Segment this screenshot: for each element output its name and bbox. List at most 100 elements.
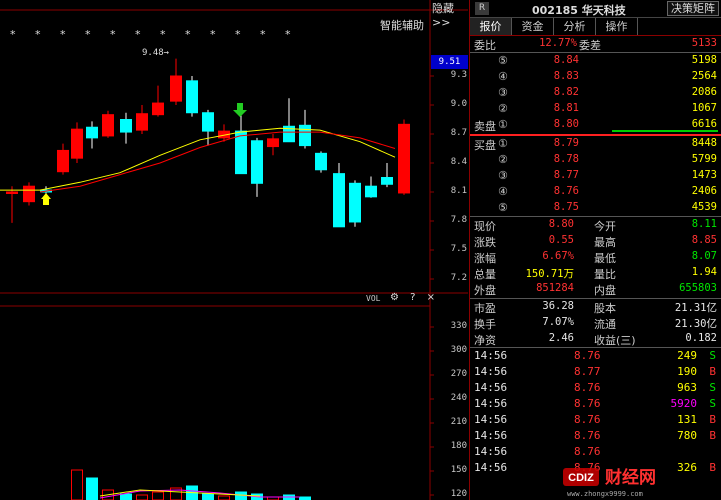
price-tick-label: 9.3 — [450, 70, 467, 80]
price-tick-label: 7.2 — [450, 273, 467, 283]
candle-body-up — [71, 128, 83, 159]
svg-text:CDIZ: CDIZ — [568, 472, 594, 484]
candle-body-up — [267, 138, 279, 148]
vol-indicator-label: VOL — [366, 294, 381, 303]
level-number: ② — [498, 102, 508, 116]
stat-value: 8.80 — [548, 218, 574, 231]
candle-body-down — [365, 185, 377, 198]
vol-bar-down — [86, 477, 98, 500]
stat-value: 851284 — [536, 282, 574, 295]
bid-diff-label: 委差 — [579, 39, 601, 52]
smart-assist-label[interactable]: 智能辅助 — [380, 17, 424, 33]
quote-stat-row: 总量 150.71万 量比 1.94 — [470, 265, 721, 281]
trade-volume: 963 — [677, 380, 697, 394]
trade-side: B — [709, 364, 716, 378]
ask-level-row[interactable]: ② 8.81 1067 — [470, 101, 721, 117]
stat-label: 内盘 — [594, 284, 616, 298]
stat-value: 2.46 — [548, 331, 574, 344]
candle-body-up — [57, 149, 69, 173]
ask-level-row[interactable]: 卖盘 ① 8.80 6616 — [470, 117, 721, 133]
level-volume: 1473 — [691, 168, 717, 181]
bid-level-row[interactable]: ④ 8.76 2406 — [470, 184, 721, 200]
candle-body-down — [120, 119, 132, 133]
r-button[interactable]: R — [475, 2, 489, 15]
level-number: ⑤ — [498, 200, 508, 214]
stat-value: 8.85 — [691, 234, 717, 247]
stat-label: 外盘 — [474, 284, 496, 298]
level-volume: 5198 — [691, 54, 717, 67]
trade-price: 8.76 — [574, 397, 601, 411]
tick-trade-row[interactable]: 14:56 8.76 963 S — [470, 380, 721, 396]
ask-level-row[interactable]: ⑤ 8.84 5198 — [470, 53, 721, 69]
bid-level-row[interactable]: ⑤ 8.75 4539 — [470, 200, 721, 216]
stat-value: 0.55 — [548, 234, 574, 247]
fundamental-row: 净资 2.46 收益(三) 0.182 — [470, 331, 721, 347]
stat-label: 市盈 — [474, 301, 496, 315]
tick-trade-row[interactable]: 14:56 8.76 780 B — [470, 428, 721, 444]
ask-level-row[interactable]: ③ 8.82 2086 — [470, 85, 721, 101]
vol-tick-label: 330 — [450, 321, 467, 331]
level-number: ④ — [498, 184, 508, 198]
tab-quote[interactable]: 报价 — [470, 18, 512, 35]
price-tick-label: 8.7 — [450, 128, 467, 138]
level-volume: 5799 — [691, 152, 717, 165]
level-price: 8.82 — [553, 86, 579, 99]
vol-bar-down — [202, 493, 214, 500]
tab-analysis[interactable]: 分析 — [554, 18, 596, 35]
vol-indicator-icons[interactable]: ⚙ ? × — [390, 292, 439, 303]
tick-trade-row[interactable]: 14:56 8.76 249 S — [470, 348, 721, 364]
tick-trade-row[interactable]: 14:56 8.76 — [470, 444, 721, 460]
level-price: 8.79 — [553, 136, 579, 149]
quote-stat-row: 涨跌 0.55 最高 8.85 — [470, 233, 721, 249]
level-number: ③ — [498, 168, 508, 182]
tab-funds[interactable]: 资金 — [512, 18, 554, 35]
fundamental-row: 换手 7.07% 流通 21.30亿 — [470, 315, 721, 331]
trade-time: 14:56 — [474, 364, 508, 378]
vol-bar-up — [136, 494, 148, 500]
price-tick-label: 9.0 — [450, 99, 467, 109]
trade-volume: 190 — [677, 364, 697, 378]
tick-trade-row[interactable]: 14:56 8.76 5920 S — [470, 396, 721, 412]
price-tick-label: 7.8 — [450, 215, 467, 225]
candle-body-up — [152, 102, 164, 116]
tick-trade-row[interactable]: 14:56 8.77 190 B — [470, 364, 721, 380]
quote-stat-row: 涨幅 6.67% 最低 8.07 — [470, 249, 721, 265]
bid-level-row[interactable]: ③ 8.77 1473 — [470, 168, 721, 184]
candle-body-up — [102, 114, 114, 137]
vol-tick-label: 120 — [450, 489, 467, 499]
vol-bar-up — [218, 495, 230, 500]
high-price-marker: 9.48→ — [142, 48, 170, 58]
vol-bar-up — [152, 491, 164, 500]
tab-operation[interactable]: 操作 — [596, 18, 638, 35]
trade-side: S — [709, 397, 716, 411]
level-number: ⑤ — [498, 54, 508, 68]
trade-time: 14:56 — [474, 380, 508, 394]
bid-level-row[interactable]: ② 8.78 5799 — [470, 152, 721, 168]
bid-level-row[interactable]: 买盘 ① 8.79 8448 — [470, 136, 721, 152]
stat-value: 7.07% — [542, 315, 574, 328]
stat-label: 涨幅 — [474, 252, 496, 266]
trade-price: 8.76 — [574, 413, 601, 427]
stat-label: 涨跌 — [474, 236, 496, 250]
trade-price: 8.76 — [574, 445, 601, 459]
stat-value: 655803 — [679, 282, 717, 295]
trade-time: 14:56 — [474, 413, 508, 427]
quote-stats: 现价 8.80 今开 8.11 涨跌 0.55 最高 8.85 涨幅 6.67% 最低 8.07 总量 1… — [470, 217, 721, 297]
price-tick-label: 7.5 — [450, 244, 467, 254]
tick-trades[interactable]: 14:56 8.76 249 S 14:56 8.77 190 B 14:56 8.76 963 S 1… — [470, 348, 721, 477]
kline-chart-svg[interactable] — [0, 0, 468, 500]
strategy-matrix-button[interactable]: 决策矩阵 — [667, 1, 719, 16]
trade-price: 8.76 — [574, 348, 601, 362]
candle-body-down — [381, 177, 393, 185]
level-volume: 8448 — [691, 136, 717, 149]
candle-body-down — [202, 112, 214, 132]
trade-side: S — [709, 348, 716, 362]
ask-level-row[interactable]: ④ 8.83 2564 — [470, 69, 721, 85]
tick-trade-row[interactable]: 14:56 8.76 131 B — [470, 412, 721, 428]
kline-chart-area[interactable]: 隐藏 >> 智能辅助 * * * * * * * * * * * * 9.48→… — [0, 0, 468, 500]
side-label: 买盘 — [474, 138, 496, 152]
level-volume: 2406 — [691, 184, 717, 197]
candle-body-down — [251, 140, 263, 184]
hide-panel-button[interactable]: 隐藏 >> — [432, 0, 468, 29]
panel-tabs: 报价 资金 分析 操作 — [470, 18, 721, 36]
